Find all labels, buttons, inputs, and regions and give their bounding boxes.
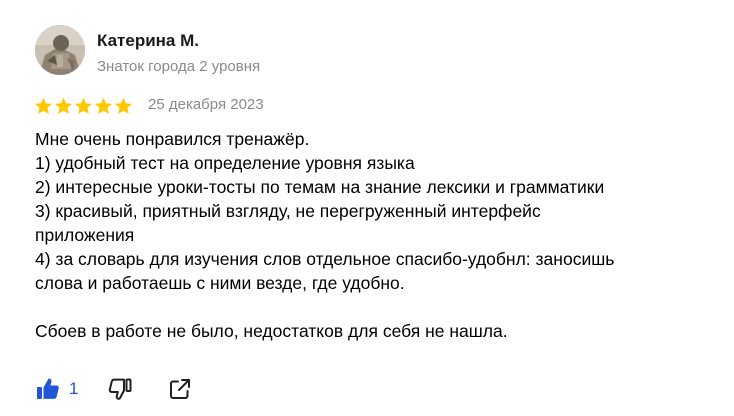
review-text-line: 4) за словарь для изучения слов отдельно… [35, 249, 615, 269]
review-text-line: приложения [35, 225, 135, 245]
star-rating [34, 97, 133, 115]
thumbs-up-icon [37, 378, 59, 399]
review-text-line: 2) интересные уроки-тосты по темам на зн… [35, 177, 605, 197]
author-avatar[interactable] [35, 25, 85, 75]
star-icon [34, 97, 53, 114]
share-icon [170, 379, 190, 399]
review-text: Мне очень понравился тренажёр. 1) удобны… [35, 127, 715, 343]
star-icon [114, 97, 133, 114]
author-level: Знаток города 2 уровня [97, 58, 261, 75]
thumbs-down-icon [108, 378, 132, 400]
review-date: 25 декабря 2023 [148, 96, 264, 113]
dislike-button[interactable] [107, 376, 133, 402]
like-button[interactable]: 1 [35, 376, 78, 402]
review-card: Катерина М. Знаток города 2 уровня 25 де… [0, 0, 734, 416]
review-text-line: Мне очень понравился тренажёр. [35, 129, 310, 149]
review-text-line: 1) удобный тест на определение уровня яз… [35, 153, 415, 173]
review-text-line [35, 295, 715, 319]
star-icon [74, 97, 93, 114]
avatar-photo-icon [35, 25, 85, 75]
star-icon [54, 97, 73, 114]
review-text-line: 3) красивый, приятный взгляду, не перегр… [35, 201, 541, 221]
star-icon [94, 97, 113, 114]
review-text-line: Сбоев в работе не было, недостатков для … [35, 321, 508, 341]
like-count: 1 [69, 379, 79, 398]
review-text-line: слова и работаешь с ними везде, где удоб… [35, 273, 405, 293]
author-name[interactable]: Катерина М. [97, 30, 199, 52]
share-button[interactable] [168, 376, 192, 402]
